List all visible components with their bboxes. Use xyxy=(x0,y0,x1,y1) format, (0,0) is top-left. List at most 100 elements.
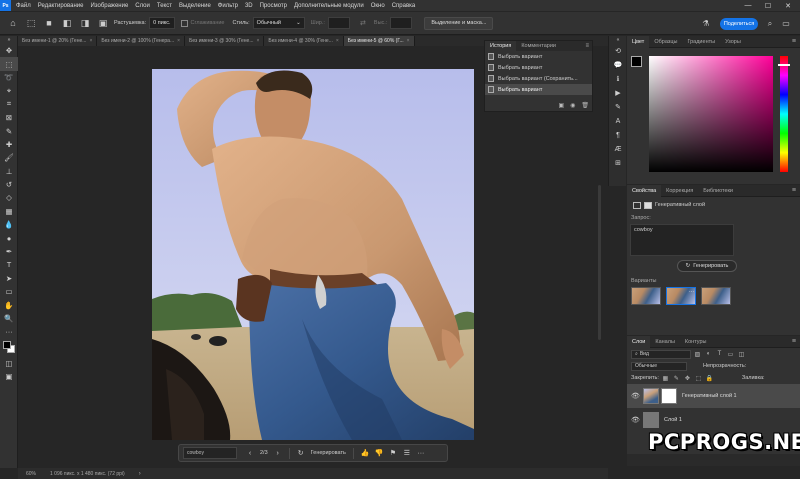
menu-file[interactable]: Файл xyxy=(16,3,31,9)
share-button[interactable]: Поделиться xyxy=(720,18,758,30)
color-field[interactable] xyxy=(649,56,773,172)
search-icon[interactable]: ⌕ xyxy=(764,17,776,30)
panel-menu-icon[interactable]: ≡ xyxy=(792,338,796,345)
tab-paths[interactable]: Контуры xyxy=(680,336,712,348)
lock-pixels-icon[interactable]: ✎ xyxy=(672,374,681,382)
filter-type-icon[interactable]: T xyxy=(715,350,724,358)
eye-icon[interactable]: 👁 xyxy=(631,392,640,400)
rect-marquee-tool-icon[interactable]: ⬚ xyxy=(0,57,18,71)
document-image[interactable] xyxy=(152,69,474,440)
styles-panel-icon[interactable]: ⊞ xyxy=(609,156,627,170)
taskbar-generate-button[interactable]: Генерировать xyxy=(311,450,346,456)
quick-mask-icon[interactable]: ◫ xyxy=(0,357,18,370)
object-select-tool-icon[interactable]: ⌖ xyxy=(0,84,18,97)
type-tool-icon[interactable]: T xyxy=(0,258,18,271)
antialias-checkbox[interactable] xyxy=(180,19,188,27)
move-tool-icon[interactable]: ✥ xyxy=(0,44,18,57)
comments-panel-icon[interactable]: 💬 xyxy=(609,58,627,72)
menu-select[interactable]: Выделение xyxy=(179,3,211,9)
history-panel-icon[interactable]: ⟲ xyxy=(609,44,627,58)
dodge-tool-icon[interactable]: ● xyxy=(0,231,18,244)
foreground-color-swatch[interactable] xyxy=(631,56,642,67)
menu-view[interactable]: Просмотр xyxy=(260,3,287,9)
menu-window[interactable]: Окно xyxy=(371,3,385,9)
tools-collapse-icon[interactable]: » xyxy=(0,36,18,44)
marquee-tool-icon[interactable]: ⬚ xyxy=(24,16,38,30)
generate-icon[interactable]: ↻ xyxy=(294,446,308,460)
doc-tab-3[interactable]: Без имени-3 @ 30% (Гене... × xyxy=(185,36,265,46)
menu-image[interactable]: Изображение xyxy=(90,3,128,9)
zoom-level[interactable]: 60% xyxy=(26,471,36,477)
chevron-right-icon[interactable]: › xyxy=(139,471,141,477)
actions-panel-icon[interactable]: ▶ xyxy=(609,86,627,100)
tab-swatches[interactable]: Образцы xyxy=(649,36,682,48)
path-select-tool-icon[interactable]: ➤ xyxy=(0,272,18,285)
frame-tool-icon[interactable]: ⊠ xyxy=(0,111,18,124)
close-icon[interactable]: × xyxy=(407,38,410,44)
blend-mode-select[interactable]: Обычные xyxy=(631,361,687,371)
trash-icon[interactable]: 🗑 xyxy=(581,102,589,109)
eye-icon[interactable]: 👁 xyxy=(631,416,640,424)
next-variant-icon[interactable]: › xyxy=(271,446,285,460)
panel-menu-icon[interactable]: ≡ xyxy=(792,38,796,45)
flask-icon[interactable]: ⚗ xyxy=(700,17,712,30)
menu-type[interactable]: Текст xyxy=(157,3,172,9)
close-icon[interactable]: × xyxy=(177,38,180,44)
close-icon[interactable]: × xyxy=(336,38,339,44)
lasso-tool-icon[interactable]: ➰ xyxy=(0,71,18,84)
close-icon[interactable]: × xyxy=(257,38,260,44)
history-item-selected[interactable]: Выбрать вариант xyxy=(485,84,592,95)
select-and-mask-button[interactable]: Выделение и маска... xyxy=(424,16,494,30)
lock-transparent-icon[interactable]: ▦ xyxy=(661,374,670,382)
paragraph-panel-icon[interactable]: ¶ xyxy=(609,128,627,142)
width-input[interactable] xyxy=(327,17,350,29)
brush-settings-icon[interactable]: ✎ xyxy=(609,100,627,114)
app-logo-icon[interactable]: Ps xyxy=(0,0,11,11)
new-document-from-state-icon[interactable]: ▣ xyxy=(558,102,564,109)
layer-mask-thumbnail[interactable] xyxy=(661,388,677,404)
stamp-tool-icon[interactable]: ⊥ xyxy=(0,165,18,178)
glyphs-panel-icon[interactable]: Æ xyxy=(609,142,627,156)
layer-row[interactable]: 👁 Слой 1 xyxy=(627,408,800,432)
history-item[interactable]: Выбрать вариант xyxy=(485,62,592,73)
gradient-tool-icon[interactable]: ▦ xyxy=(0,205,18,218)
history-item[interactable]: Выбрать вариант xyxy=(485,51,592,62)
doc-tab-2[interactable]: Без имени-2 @ 100% (Генера... × xyxy=(97,36,186,46)
thumbs-down-icon[interactable]: 👎 xyxy=(372,446,386,460)
history-brush-tool-icon[interactable]: ↺ xyxy=(0,178,18,191)
layer-row-selected[interactable]: 👁 Генеративный слой 1 xyxy=(627,384,800,408)
lock-position-icon[interactable]: ✥ xyxy=(683,374,692,382)
panel-menu-icon[interactable]: ≡ xyxy=(792,187,796,194)
color-swatches[interactable] xyxy=(0,339,18,357)
zoom-tool-icon[interactable]: 🔍 xyxy=(0,312,18,325)
screen-mode-icon[interactable]: ▣ xyxy=(0,370,18,383)
style-select[interactable]: Обычный ⌄ xyxy=(252,17,305,29)
previous-variant-icon[interactable]: ‹ xyxy=(243,446,257,460)
tab-libraries[interactable]: Библиотеки xyxy=(698,185,738,197)
swap-icon[interactable]: ⇄ xyxy=(356,16,370,30)
feather-input[interactable]: 0 пикс. xyxy=(149,17,175,29)
generate-button[interactable]: ↻ Генерировать xyxy=(677,260,737,272)
crop-tool-icon[interactable]: ⌗ xyxy=(0,98,18,111)
menu-3d[interactable]: 3D xyxy=(245,3,253,9)
tab-properties[interactable]: Свойства xyxy=(627,184,662,197)
filter-smart-icon[interactable]: ◫ xyxy=(737,350,746,358)
hand-tool-icon[interactable]: ✋ xyxy=(0,298,18,311)
tab-color[interactable]: Цвет xyxy=(627,35,650,48)
layer-filter-select[interactable]: ⌕ Вид xyxy=(631,349,691,359)
shape-tool-icon[interactable]: ▭ xyxy=(0,285,18,298)
variant-thumbnail[interactable] xyxy=(631,287,661,305)
info-panel-icon[interactable]: ℹ xyxy=(609,72,627,86)
tab-layers[interactable]: Слои xyxy=(627,335,651,348)
minimize-icon[interactable]: — xyxy=(738,0,758,11)
blur-tool-icon[interactable]: 💧 xyxy=(0,218,18,231)
selection-new-icon[interactable]: ■ xyxy=(42,16,56,30)
tab-history[interactable]: История xyxy=(485,41,517,51)
selection-intersect-icon[interactable]: ▣ xyxy=(96,16,110,30)
prompt-input[interactable]: cowboy xyxy=(630,224,734,256)
more-options-icon[interactable]: ··· xyxy=(414,446,428,460)
settings-sliders-icon[interactable]: ☰ xyxy=(400,446,414,460)
maximize-icon[interactable]: ☐ xyxy=(758,0,778,11)
variant-thumbnail[interactable] xyxy=(701,287,731,305)
filter-pixel-icon[interactable]: ▨ xyxy=(693,350,702,358)
